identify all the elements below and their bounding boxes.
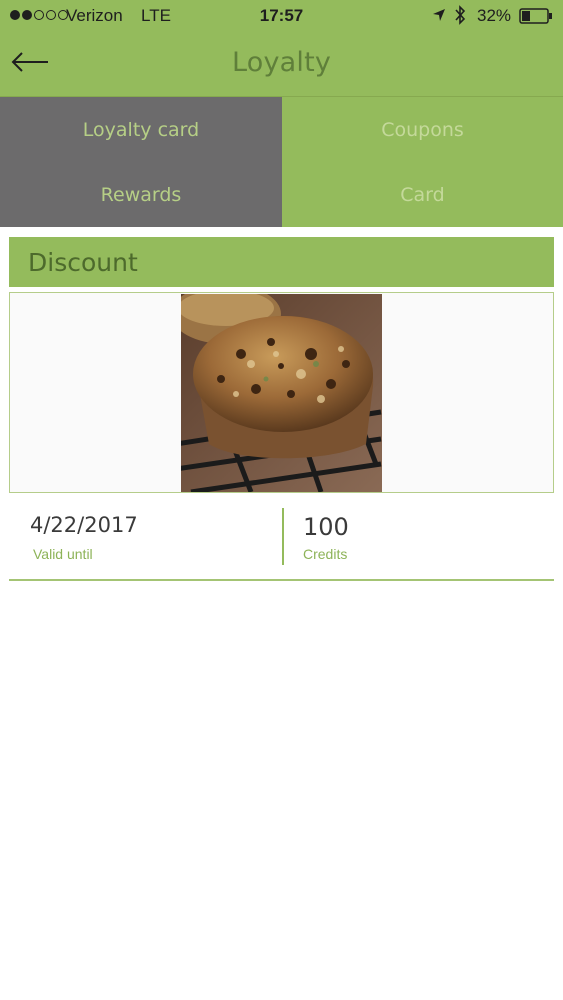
valid-until-label: Valid until [33, 546, 93, 562]
page-title: Loyalty [231, 47, 332, 78]
credits-value: 100 [303, 513, 349, 541]
bluetooth-icon [455, 5, 466, 25]
tab-loyalty-card[interactable]: Loyalty card [0, 97, 282, 162]
battery-icon [519, 8, 552, 24]
coupon-bottom-divider [9, 579, 554, 581]
tab-navigation: Loyalty card Coupons Rewards Card [0, 97, 563, 227]
credits-label: Credits [303, 546, 348, 562]
location-arrow-icon [433, 9, 445, 21]
app-header: Verizon LTE 17:57 32% Loyalty [0, 0, 563, 97]
battery-percentage: 32% [477, 6, 512, 25]
coupon-info-row: 4/22/2017 Valid until 100 Credits [9, 503, 554, 581]
tab-card[interactable]: Card [282, 162, 563, 227]
coupon-section-title: Discount [9, 237, 554, 287]
muffin-image [181, 294, 382, 492]
tab-coupons[interactable]: Coupons [282, 97, 563, 162]
valid-until-date: 4/22/2017 [30, 513, 138, 537]
status-bar: Verizon LTE 17:57 32% [0, 0, 563, 32]
tab-rewards[interactable]: Rewards [0, 162, 282, 227]
info-divider [282, 508, 284, 565]
coupon-image-frame[interactable] [9, 292, 554, 493]
